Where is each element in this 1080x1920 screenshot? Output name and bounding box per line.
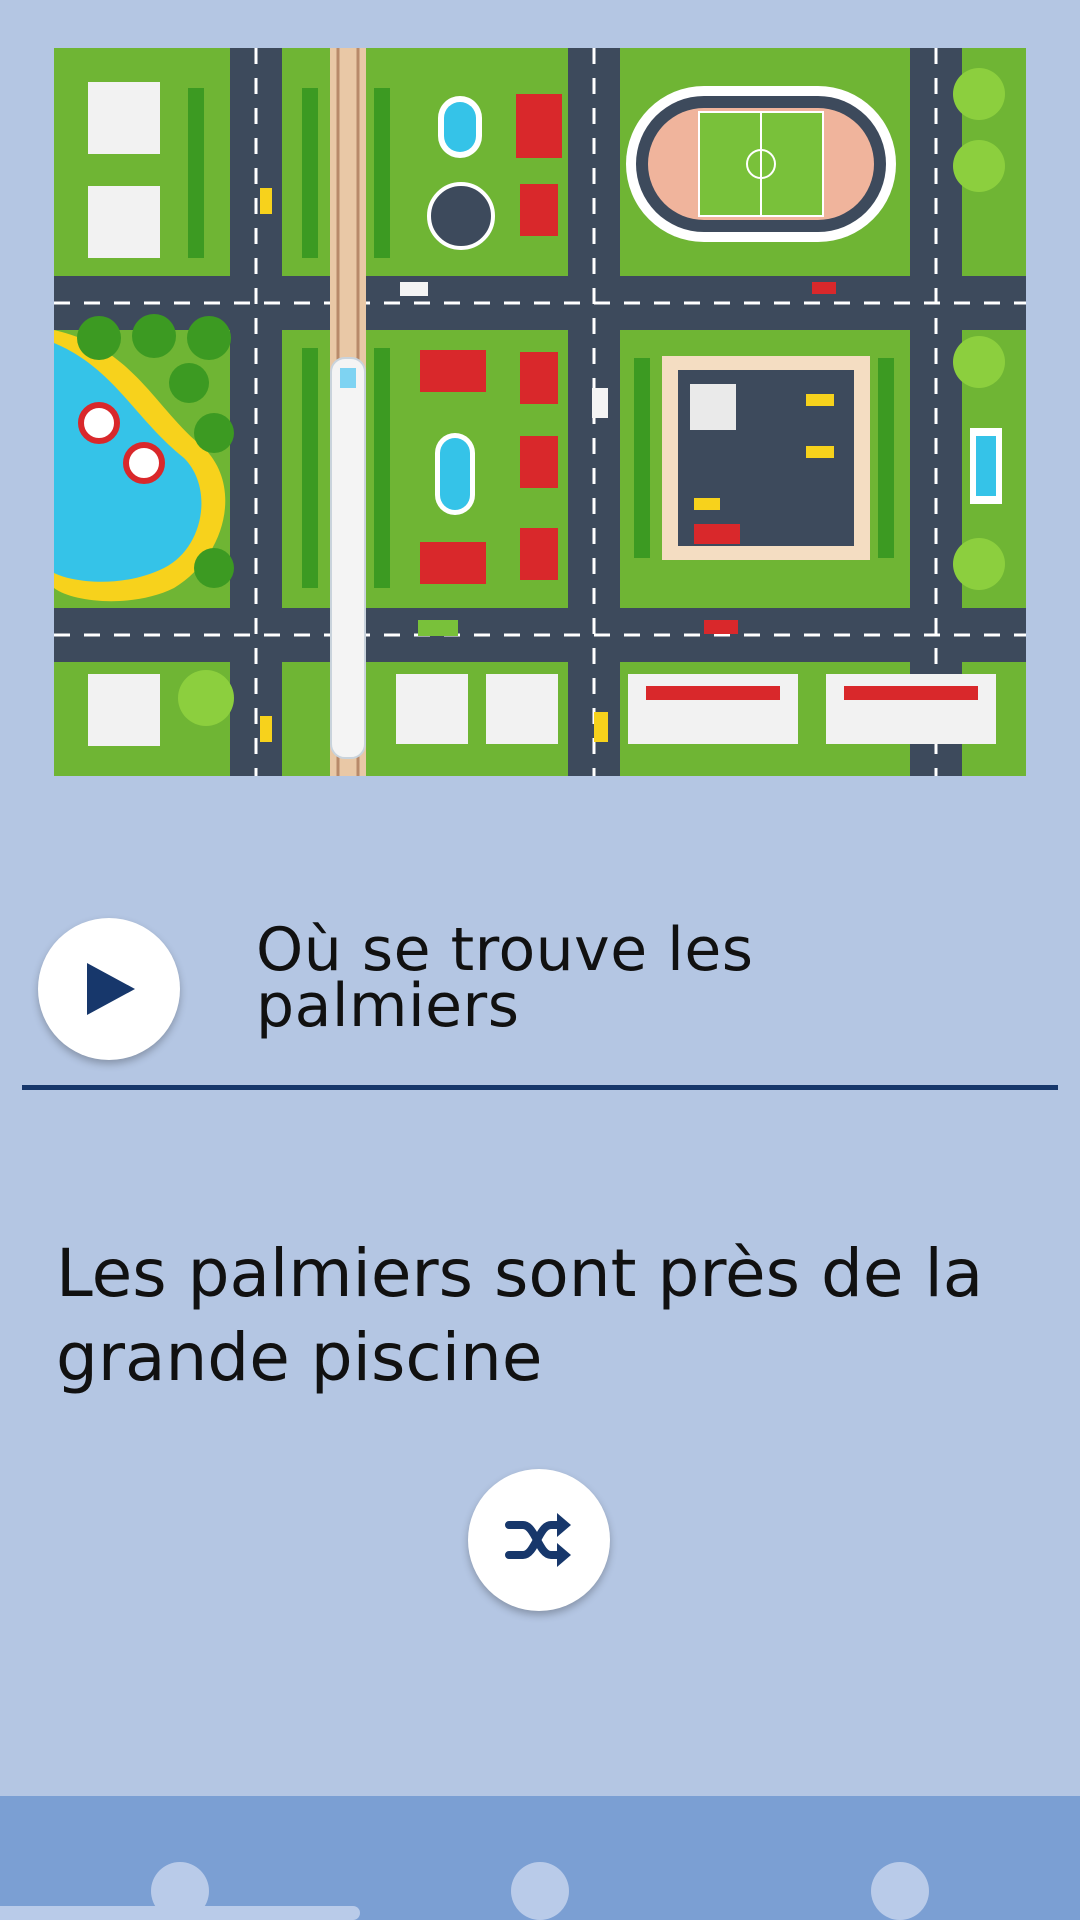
shuffle-button[interactable] xyxy=(468,1469,610,1611)
play-button[interactable] xyxy=(38,918,180,1060)
city-map-image xyxy=(54,48,1026,776)
play-icon xyxy=(87,963,135,1015)
nav-dot-2[interactable] xyxy=(511,1862,569,1920)
question-text: Où se trouve les palmiers xyxy=(256,915,754,1041)
shuffle-icon xyxy=(505,1513,571,1567)
nav-dot-3[interactable] xyxy=(871,1862,929,1920)
answer-text: Les palmiers sont près de la grande pisc… xyxy=(56,1235,984,1396)
nav-active-indicator xyxy=(0,1906,360,1920)
bottom-navigation xyxy=(0,1796,1080,1920)
question-row: Où se trouve les palmiers xyxy=(22,900,1058,1090)
